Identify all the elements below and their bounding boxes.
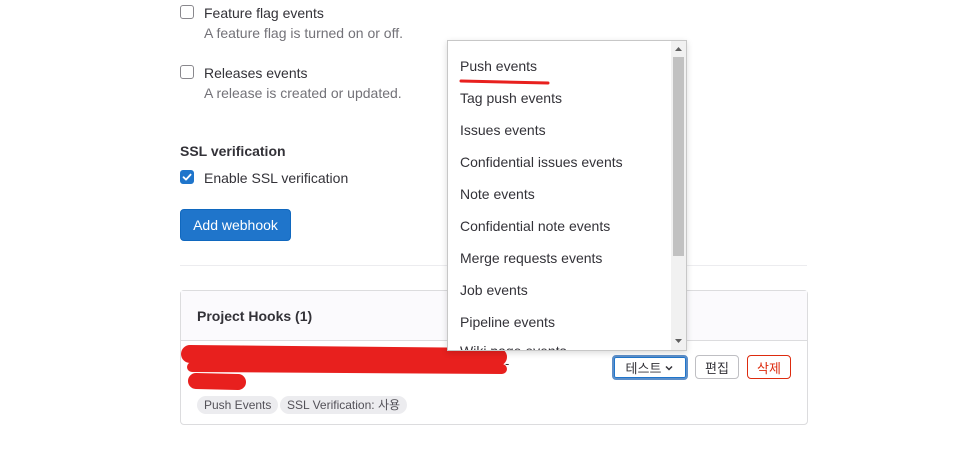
scroll-down-arrow-icon[interactable]: [674, 337, 683, 345]
hook-url-suffix: -: [505, 356, 510, 371]
dropdown-item-job-events[interactable]: Job events: [460, 282, 528, 298]
edit-button[interactable]: 편집: [695, 355, 739, 379]
feature-flag-checkbox[interactable]: [180, 5, 194, 19]
dropdown-item-confidential-issues-events[interactable]: Confidential issues events: [460, 154, 623, 170]
feature-flag-label: Feature flag events: [204, 5, 324, 21]
ssl-checkbox[interactable]: [180, 170, 194, 184]
dropdown-item-issues-events[interactable]: Issues events: [460, 122, 546, 138]
scrollbar-thumb[interactable]: [673, 57, 684, 256]
redacted-url-annotation: [181, 345, 507, 390]
releases-help: A release is created or updated.: [204, 85, 402, 101]
chevron-down-icon: [665, 365, 673, 371]
dropdown-scrollbar[interactable]: [671, 41, 686, 350]
dropdown-item-note-events[interactable]: Note events: [460, 186, 535, 202]
releases-label: Releases events: [204, 65, 308, 81]
badge-push-events: Push Events: [197, 396, 279, 414]
dropdown-item-confidential-note-events[interactable]: Confidential note events: [460, 218, 610, 234]
dropdown-item-tag-push-events[interactable]: Tag push events: [460, 90, 562, 106]
badge-ssl-verification: SSL Verification: 사용: [280, 396, 408, 414]
project-hooks-title: Project Hooks (1): [197, 308, 313, 324]
delete-button[interactable]: 삭제: [747, 355, 791, 379]
add-webhook-button[interactable]: Add webhook: [180, 209, 291, 241]
scroll-up-arrow-icon[interactable]: [674, 45, 683, 53]
dropdown-item-push-events[interactable]: Push events: [460, 58, 537, 74]
releases-checkbox[interactable]: [180, 65, 194, 79]
dropdown-item-merge-requests-events[interactable]: Merge requests events: [460, 250, 602, 266]
dropdown-item-wiki-page-events[interactable]: Wiki page events: [460, 343, 567, 350]
push-events-underline-annotation: [459, 79, 550, 85]
dropdown-item-pipeline-events[interactable]: Pipeline events: [460, 314, 555, 330]
ssl-label: Enable SSL verification: [204, 170, 349, 186]
checkbox-check-icon: [182, 173, 192, 181]
test-button-label: 테스트: [625, 361, 662, 376]
test-dropdown-button[interactable]: 테스트: [612, 355, 688, 380]
test-event-dropdown: Push events Tag push events Issues event…: [447, 40, 687, 351]
feature-flag-help: A feature flag is turned on or off.: [204, 25, 403, 41]
ssl-section-title: SSL verification: [180, 143, 286, 159]
